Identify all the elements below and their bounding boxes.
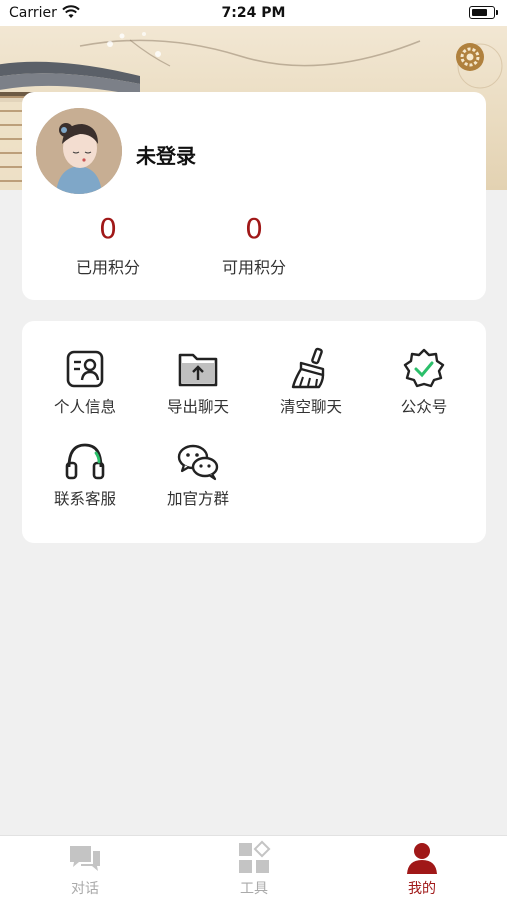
menu-item-join-group[interactable]: 加官方群: [143, 439, 253, 509]
status-bar: Carrier 7:24 PM: [0, 0, 507, 26]
feature-menu-card: 个人信息 导出聊天 清空聊天 公众号 联系客服 加官方群: [22, 321, 486, 543]
avatar[interactable]: [36, 108, 122, 194]
tools-grid-icon: [239, 840, 271, 873]
user-icon: [407, 843, 437, 874]
menu-item-export-chat[interactable]: 导出聊天: [143, 347, 253, 417]
menu-item-official-account[interactable]: 公众号: [369, 347, 479, 417]
battery-icon: [469, 6, 498, 19]
menu-item-personal-info[interactable]: 个人信息: [30, 347, 140, 417]
menu-item-label: 公众号: [400, 398, 448, 416]
available-points-value: 0: [245, 212, 263, 245]
verified-badge-icon: [403, 348, 445, 388]
menu-item-clear-chat[interactable]: 清空聊天: [256, 347, 366, 417]
menu-item-label: 导出聊天: [166, 398, 229, 416]
tab-tools[interactable]: 工具: [194, 840, 314, 898]
profile-card: 未登录 0 已用积分 0 可用积分: [22, 92, 486, 300]
avatar-illustration: [36, 108, 122, 194]
used-points-value: 0: [99, 212, 117, 245]
broom-icon: [291, 347, 325, 389]
menu-item-label: 清空聊天: [279, 398, 342, 416]
available-points-stat: 0 可用积分: [194, 212, 314, 278]
used-points-label: 已用积分: [75, 258, 140, 277]
wechat-icon: [177, 444, 219, 481]
menu-item-label: 个人信息: [53, 398, 116, 416]
menu-item-label: 加官方群: [166, 490, 229, 508]
menu-item-contact-support[interactable]: 联系客服: [30, 439, 140, 509]
folder-export-icon: [178, 353, 218, 387]
chat-icon: [70, 846, 100, 871]
tab-mine[interactable]: 我的: [362, 840, 482, 898]
clock: 7:24 PM: [221, 5, 286, 21]
tab-chat[interactable]: 对话: [25, 840, 145, 898]
settings-gear-icon[interactable]: [455, 42, 485, 72]
tab-label: 对话: [71, 881, 99, 897]
menu-item-label: 联系客服: [53, 490, 116, 508]
tab-label: 工具: [240, 881, 268, 897]
used-points-stat: 0 已用积分: [48, 212, 168, 278]
tab-bar: 对话 工具 我的: [0, 835, 507, 900]
username-label[interactable]: 未登录: [136, 140, 196, 169]
headset-icon: [65, 443, 105, 480]
available-points-label: 可用积分: [221, 258, 286, 277]
id-card-icon: [66, 350, 104, 388]
tab-label: 我的: [408, 881, 436, 897]
